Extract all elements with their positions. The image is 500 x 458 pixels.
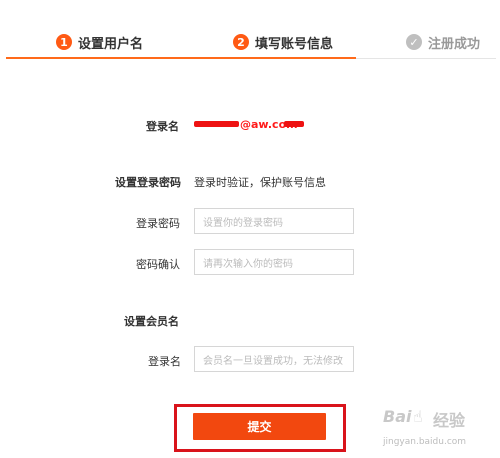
step-2-label: 填写账号信息 (255, 36, 334, 52)
step-2: 2 填写账号信息 (233, 33, 334, 52)
member-name-label: 登录名 (148, 355, 181, 368)
member-section-title: 设置会员名 (124, 315, 179, 328)
redaction-mark (284, 121, 304, 127)
password-section-hint: 登录时验证，保护账号信息 (194, 176, 326, 189)
step-3: ✓ 注册成功 (406, 33, 481, 52)
redaction-mark (194, 121, 239, 127)
watermark-brand: Bai (383, 407, 412, 426)
submit-button[interactable]: 提交 (193, 413, 326, 440)
password-label: 登录密码 (136, 217, 180, 230)
member-name-input[interactable]: 会员名一旦设置成功，无法修改 (194, 346, 354, 372)
paw-icon: ☝ (413, 407, 423, 426)
password-section-title: 设置登录密码 (115, 176, 181, 189)
watermark-tail: 经验 (433, 411, 466, 430)
check-icon: ✓ (406, 34, 422, 50)
step-indicator: 1 设置用户名 2 填写账号信息 ✓ 注册成功 (0, 0, 500, 60)
login-name-label: 登录名 (146, 120, 179, 133)
watermark-url: jingyan.baidu.com (383, 437, 467, 447)
step-progress-bar (6, 57, 356, 59)
confirm-password-label: 密码确认 (136, 258, 180, 271)
step-1-number: 1 (56, 34, 72, 50)
step-3-label: 注册成功 (428, 36, 481, 52)
password-input[interactable]: 设置你的登录密码 (194, 208, 354, 234)
step-1-label: 设置用户名 (78, 36, 144, 52)
step-2-number: 2 (233, 34, 249, 50)
step-1: 1 设置用户名 (56, 33, 144, 52)
confirm-password-input[interactable]: 请再次输入你的密码 (194, 249, 354, 275)
baidu-jingyan-watermark: Bai ☝ 经验 jingyan.baidu.com (383, 405, 495, 455)
